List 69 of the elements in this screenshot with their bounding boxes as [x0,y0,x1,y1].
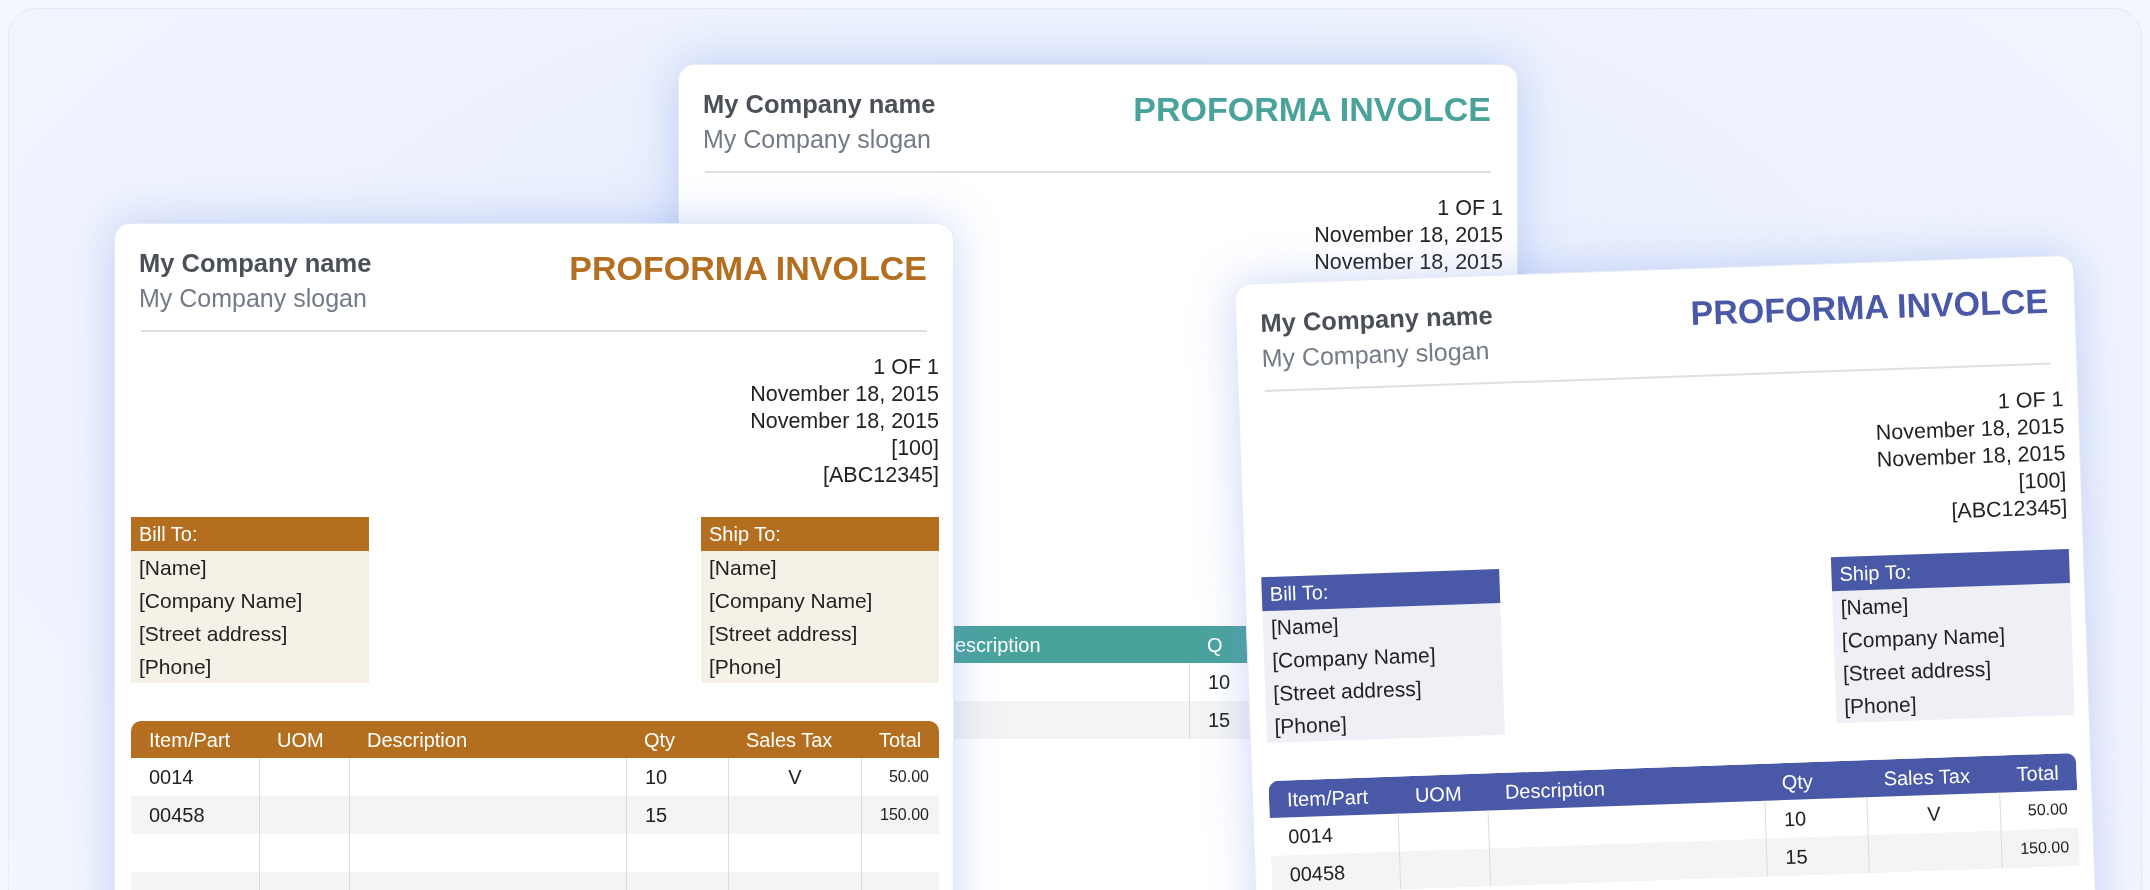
address-line: [Phone] [709,655,782,678]
column-header: Item/Part [1286,784,1369,812]
invoice-detail: 1 OF 1 [873,354,939,381]
company-name: My Company name [139,249,372,277]
column-header: Q [1207,632,1223,658]
invoice-title: PROFORMA INVOLCE [569,249,927,287]
invoice-detail: 1 OF 1 [1437,195,1503,222]
address-heading: Ship To: [1830,549,2070,592]
column-header: Item/Part [149,727,231,753]
address-line: [Phone] [139,655,212,678]
address-line: [Phone] [1843,692,1917,718]
company-slogan: My Company slogan [1261,336,1490,373]
company-name: My Company name [703,90,936,118]
invoice-detail: [ABC12345] [1950,494,2068,526]
table-cell-text: 0014 [149,765,194,790]
address-line: [Street address] [1842,656,1992,685]
invoice-detail: November 18, 2015 [750,408,939,435]
address-line: [Company Name] [709,589,873,612]
address-line: [Name] [139,556,207,579]
address-heading: Bill To: [131,517,369,551]
company-name: My Company name [1259,301,1494,338]
address-heading: Ship To: [701,517,939,551]
table-cell-text: 0014 [1287,822,1334,850]
column-header: Description [1504,775,1606,805]
column-header: UOM [1414,780,1463,808]
column-header: Qty [1781,768,1814,795]
table-cell-text: 150.00 [880,805,929,825]
address-heading: Bill To: [1261,568,1501,612]
column-header: Total [2016,760,2060,787]
company-slogan: My Company slogan [139,284,367,312]
invoice-detail: 1 OF 1 [1997,386,2064,416]
table-cell-text: 50.00 [888,767,929,787]
table-cell-text: 10 [1208,670,1231,695]
table-cell-text: 10 [1783,806,1807,833]
column-header: Description [367,727,468,753]
column-header: escription [955,632,1041,658]
address-line: [Company Name] [139,589,303,612]
column-header: UOM [277,727,324,753]
invoice-title: PROFORMA INVOLCE [1133,90,1491,128]
column-header: Qty [644,727,676,753]
address-line: [Street address] [1272,676,1422,705]
column-header: Sales Tax [1883,763,1971,792]
company-slogan: My Company slogan [703,125,931,153]
table-cell-text: 10 [645,765,668,790]
column-header: Sales Tax [746,727,833,753]
table-cell-text: V [788,765,802,790]
column-header: Total [879,727,922,753]
invoice-detail: November 18, 2015 [1314,249,1503,276]
invoice-detail: [100] [891,435,939,462]
address-line: [Name] [1840,593,1909,619]
table-cell-text: V [1926,801,1942,828]
invoice-detail: November 18, 2015 [750,381,939,408]
table-cell-text: 15 [1208,708,1231,733]
table-cell-text: 15 [1784,844,1809,871]
table-cell-text: 00458 [1289,860,1346,888]
table-cell-text: 15 [645,803,668,828]
address-line: [Name] [1270,613,1340,639]
address-line: [Company Name] [1271,643,1436,672]
address-line: [Company Name] [1841,623,2006,652]
invoice-detail: [ABC12345] [823,462,939,489]
invoice-title: PROFORMA INVOLCE [1690,281,2049,333]
address-line: [Street address] [709,622,858,645]
address-line: [Name] [709,556,777,579]
table-cell-text: 150.00 [2019,837,2070,859]
address-line: [Street address] [139,622,288,645]
table-cell-text: 00458 [149,803,205,828]
invoice-detail: November 18, 2015 [1314,222,1503,249]
table-cell-text: 50.00 [2027,799,2069,821]
address-line: [Phone] [1274,712,1348,738]
